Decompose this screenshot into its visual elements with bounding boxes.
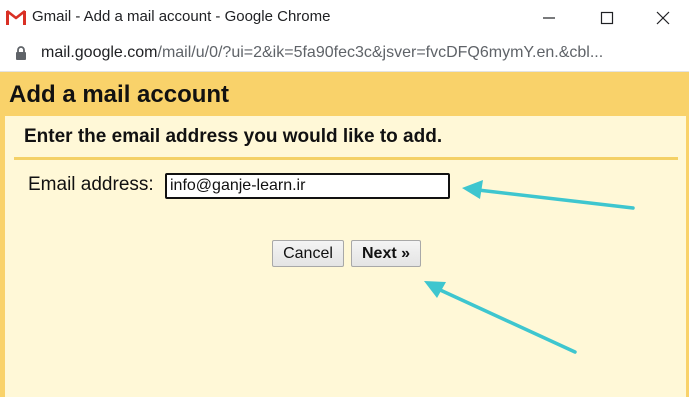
- address-bar[interactable]: mail.google.com/mail/u/0/?ui=2&ik=5fa90f…: [0, 36, 689, 72]
- page-content: Add a mail account Enter the email addre…: [0, 72, 689, 397]
- subheading: Enter the email address you would like t…: [24, 126, 443, 147]
- url-text[interactable]: mail.google.com/mail/u/0/?ui=2&ik=5fa90f…: [41, 44, 603, 62]
- gmail-logo-icon: [6, 10, 26, 25]
- left-border: [0, 116, 5, 397]
- maximize-icon: [600, 11, 614, 25]
- email-field[interactable]: [165, 173, 450, 199]
- url-path: /mail/u/0/?ui=2&ik=5fa90fec3c&jsver=fvcD…: [157, 44, 604, 61]
- cancel-button[interactable]: Cancel: [272, 240, 344, 267]
- email-label: Email address:: [28, 174, 154, 195]
- next-button[interactable]: Next »: [351, 240, 421, 267]
- url-host: mail.google.com: [41, 44, 158, 61]
- minimize-button[interactable]: [520, 0, 578, 36]
- browser-window: Gmail - Add a mail account - Google Chro…: [0, 0, 689, 397]
- minimize-icon: [543, 17, 555, 19]
- page-header: Add a mail account: [0, 72, 689, 116]
- close-button[interactable]: [634, 0, 689, 36]
- lock-icon: [16, 46, 26, 60]
- close-icon: [656, 11, 670, 25]
- window-title: Gmail - Add a mail account - Google Chro…: [32, 8, 331, 25]
- maximize-button[interactable]: [578, 0, 636, 36]
- title-bar: Gmail - Add a mail account - Google Chro…: [0, 0, 689, 36]
- divider: [14, 157, 678, 160]
- page-title: Add a mail account: [9, 81, 230, 108]
